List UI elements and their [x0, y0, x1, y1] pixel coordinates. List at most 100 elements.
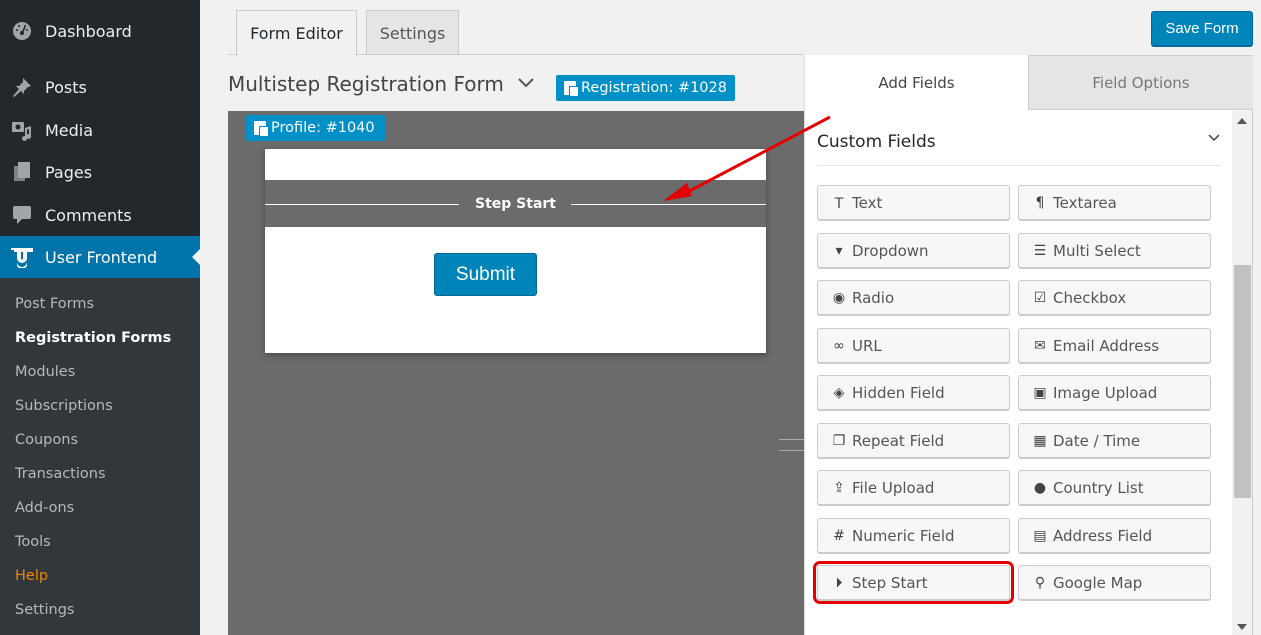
paragraph-icon: ¶ — [1035, 194, 1045, 211]
menu-item-user-frontend[interactable]: User Frontend — [0, 236, 200, 278]
menu-label: Pages — [45, 162, 93, 182]
field-button-label: Email Address — [1053, 336, 1160, 355]
scroll-down-arrow-icon[interactable] — [1237, 624, 1247, 630]
menu-label: User Frontend — [45, 247, 158, 267]
field-button-google-map[interactable]: ⚲ Google Map — [1018, 565, 1211, 600]
field-button-dropdown[interactable]: ▾ Dropdown — [817, 233, 1010, 268]
field-button-date-time[interactable]: ▦ Date / Time — [1018, 423, 1211, 458]
eye-slash-icon: ◈ — [833, 384, 845, 401]
field-button-label: Numeric Field — [852, 526, 955, 545]
menu-label: Dashboard — [45, 21, 132, 41]
image-icon: ▣ — [1033, 384, 1047, 401]
dashboard-icon — [10, 20, 34, 42]
submenu-coupons[interactable]: Coupons — [15, 432, 78, 448]
field-button-radio[interactable]: ◉ Radio — [817, 280, 1010, 315]
field-button-text[interactable]: Ｔ Text — [817, 185, 1010, 220]
field-button-label: Date / Time — [1053, 431, 1141, 450]
submenu-registration-forms[interactable]: Registration Forms — [15, 330, 171, 346]
link-icon: ∞ — [833, 337, 845, 354]
scroll-up-arrow-icon[interactable] — [1237, 118, 1247, 124]
menu-item-comments[interactable]: Comments — [0, 194, 200, 236]
submenu-tools[interactable]: Tools — [15, 534, 51, 550]
field-button-label: Text — [852, 193, 883, 212]
submenu-settings[interactable]: Settings — [15, 602, 74, 618]
save-form-button[interactable]: Save Form — [1151, 11, 1253, 46]
step-start-label: Step Start — [475, 196, 556, 212]
copy-icon — [564, 81, 579, 97]
panel-scrollbar[interactable] — [1232, 111, 1252, 635]
field-button-step-start[interactable]: ⏵ Step Start — [813, 561, 1014, 604]
field-button-repeat-field[interactable]: ❐ Repeat Field — [817, 423, 1010, 458]
submenu-post-forms[interactable]: Post Forms — [15, 296, 94, 312]
field-button-hidden-field[interactable]: ◈ Hidden Field — [817, 375, 1010, 410]
menu-label: Comments — [45, 205, 132, 225]
form-title: Multistep Registration Form — [228, 72, 504, 96]
comment-icon — [10, 204, 34, 226]
user-frontend-logo-icon — [10, 246, 34, 268]
submenu-subscriptions[interactable]: Subscriptions — [15, 398, 113, 414]
section-title-custom-fields[interactable]: Custom Fields — [817, 132, 936, 152]
tab-form-editor[interactable]: Form Editor — [236, 10, 357, 56]
checkbox-icon: ☑ — [1033, 289, 1047, 306]
field-button-label: Address Field — [1053, 526, 1153, 545]
step-start-divider[interactable]: Step Start — [265, 180, 766, 227]
copy-icon — [254, 121, 269, 137]
field-button-label: Hidden Field — [852, 383, 945, 402]
field-button-checkbox[interactable]: ☑ Checkbox — [1018, 280, 1211, 315]
address-card-icon: ▤ — [1033, 527, 1047, 544]
profile-shortcode-badge[interactable]: Profile: #1040 — [246, 115, 385, 141]
menu-item-pages[interactable]: Pages — [0, 151, 200, 193]
field-button-url[interactable]: ∞ URL — [817, 328, 1010, 363]
tab-add-fields[interactable]: Add Fields — [805, 55, 1028, 110]
pin-icon — [10, 76, 34, 98]
field-button-label: Country List — [1053, 478, 1144, 497]
field-button-label: Step Start — [852, 573, 928, 592]
field-button-address-field[interactable]: ▤ Address Field — [1018, 518, 1211, 553]
field-button-country-list[interactable]: ● Country List — [1018, 470, 1211, 505]
field-button-label: URL — [852, 336, 882, 355]
globe-icon: ● — [1033, 479, 1047, 496]
field-button-label: File Upload — [852, 478, 935, 497]
field-button-label: Multi Select — [1053, 241, 1141, 260]
tab-field-options[interactable]: Field Options — [1028, 55, 1253, 110]
chevron-down-icon[interactable] — [518, 76, 534, 92]
menu-item-media[interactable]: Media — [0, 109, 200, 151]
submenu-add-ons[interactable]: Add-ons — [15, 500, 74, 516]
dropdown-icon: ▾ — [835, 242, 843, 259]
scroll-thumb[interactable] — [1234, 265, 1251, 498]
menu-item-dashboard[interactable]: Dashboard — [0, 10, 200, 52]
submenu: Post Forms Registration Forms Modules Su… — [0, 278, 200, 635]
field-button-file-upload[interactable]: ⇪ File Upload — [817, 470, 1010, 505]
field-button-multi-select[interactable]: ☰ Multi Select — [1018, 233, 1211, 268]
registration-shortcode: Registration: #1028 — [581, 80, 727, 96]
field-button-label: Radio — [852, 288, 895, 307]
menu-label: Media — [45, 120, 94, 140]
registration-shortcode-badge[interactable]: Registration: #1028 — [556, 75, 735, 101]
field-button-label: Repeat Field — [852, 431, 945, 450]
field-button-email-address[interactable]: ✉ Email Address — [1018, 328, 1211, 363]
form-title-selector[interactable]: Multistep Registration Form — [228, 72, 534, 96]
submit-button[interactable]: Submit — [434, 253, 537, 296]
submenu-help[interactable]: Help — [15, 568, 48, 584]
radio-icon: ◉ — [832, 289, 846, 306]
envelope-icon: ✉ — [1034, 337, 1046, 354]
field-button-label: Textarea — [1053, 193, 1117, 212]
fields-panel: Add Fields Field Options Custom Fields Ｔ… — [804, 55, 1253, 635]
menu-item-posts[interactable]: Posts — [0, 66, 200, 108]
field-button-textarea[interactable]: ¶ Textarea — [1018, 185, 1211, 220]
field-button-image-upload[interactable]: ▣ Image Upload — [1018, 375, 1211, 410]
field-button-label: Dropdown — [852, 241, 929, 260]
submenu-transactions[interactable]: Transactions — [15, 466, 106, 482]
hash-icon: # — [833, 527, 845, 544]
tab-settings[interactable]: Settings — [366, 10, 459, 55]
calendar-icon: ▦ — [1033, 432, 1047, 449]
media-icon — [10, 119, 34, 141]
chevron-down-icon[interactable] — [1208, 131, 1220, 145]
field-button-numeric-field[interactable]: # Numeric Field — [817, 518, 1010, 553]
step-forward-icon: ⏵ — [835, 574, 843, 591]
field-button-label: Google Map — [1053, 573, 1143, 592]
submenu-modules[interactable]: Modules — [15, 364, 75, 380]
profile-shortcode: Profile: #1040 — [271, 120, 375, 136]
section-divider — [817, 165, 1220, 166]
field-button-label: Checkbox — [1053, 288, 1127, 307]
